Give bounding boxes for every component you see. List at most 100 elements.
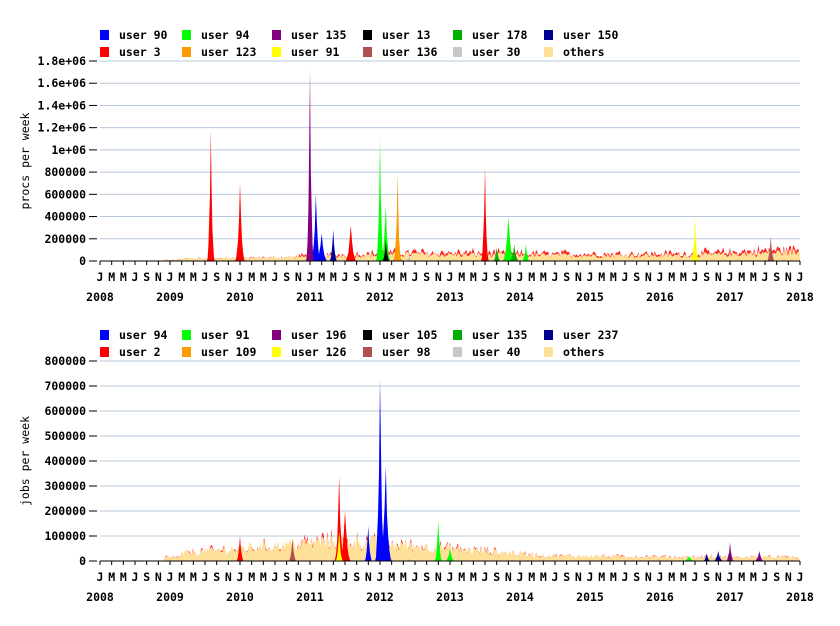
legend-swatch <box>182 47 191 57</box>
legend-label: user 135 <box>472 328 527 342</box>
x-month-label: N <box>295 270 302 284</box>
x-month-label: M <box>528 570 535 584</box>
x-month-label: M <box>738 270 745 284</box>
legend-swatch <box>272 330 281 340</box>
legend-swatch <box>544 347 553 357</box>
x-year-label: 2010 <box>226 290 254 304</box>
y-tick-label: 1.4e+06 <box>38 98 87 112</box>
x-month-label: J <box>237 270 244 284</box>
y-tick-label: 400000 <box>44 454 86 468</box>
x-month-label: J <box>272 570 279 584</box>
legend-swatch <box>272 347 281 357</box>
x-month-label: N <box>225 570 232 584</box>
y-tick-label: 0 <box>79 254 86 268</box>
x-month-label: M <box>540 570 547 584</box>
x-month-label: M <box>470 570 477 584</box>
legend-item: user 178 <box>453 28 527 42</box>
x-month-label: M <box>610 270 617 284</box>
legend-label: user 2 <box>119 345 161 359</box>
x-month-label: M <box>260 270 267 284</box>
legend-label: user 237 <box>563 328 618 342</box>
y-axis-label: procs per week <box>18 112 32 209</box>
x-month-label: S <box>353 570 360 584</box>
x-month-label: M <box>598 270 605 284</box>
x-month-label: M <box>470 270 477 284</box>
legend-swatch <box>182 330 191 340</box>
x-month-label: M <box>400 270 407 284</box>
x-month-label: N <box>645 270 652 284</box>
x-year-label: 2015 <box>576 590 604 604</box>
x-month-label: J <box>307 570 314 584</box>
legend-swatch <box>363 330 372 340</box>
x-month-label: J <box>552 570 559 584</box>
x-year-label: 2016 <box>646 290 674 304</box>
x-month-label: J <box>342 570 349 584</box>
legend-item: user 3 <box>100 45 161 59</box>
x-month-label: M <box>388 270 395 284</box>
x-month-label: N <box>365 570 372 584</box>
legend-swatch <box>544 30 553 40</box>
x-month-label: N <box>575 270 582 284</box>
x-month-label: J <box>132 270 139 284</box>
y-tick-label: 700000 <box>44 379 86 393</box>
legend-label: user 178 <box>472 28 527 42</box>
x-month-label: J <box>167 270 174 284</box>
x-month-label: S <box>703 570 710 584</box>
legend-label: user 30 <box>472 45 521 59</box>
x-year-label: 2012 <box>366 290 394 304</box>
x-year-label: 2013 <box>436 290 464 304</box>
y-tick-label: 1.8e+06 <box>38 54 87 68</box>
legend-item: others <box>544 345 605 359</box>
x-month-label: M <box>330 270 337 284</box>
legend-item: user 126 <box>272 345 346 359</box>
x-month-label: J <box>727 270 734 284</box>
x-month-label: M <box>318 570 325 584</box>
legend-swatch <box>363 30 372 40</box>
series-area-user-94 <box>376 137 384 261</box>
x-month-label: J <box>797 270 804 284</box>
x-month-label: N <box>435 570 442 584</box>
legend-item: user 13 <box>363 28 431 42</box>
x-year-label: 2016 <box>646 590 674 604</box>
x-month-label: M <box>528 270 535 284</box>
x-month-label: N <box>435 270 442 284</box>
x-year-label: 2008 <box>86 590 114 604</box>
legend-label: user 123 <box>201 45 256 59</box>
legend-swatch <box>363 47 372 57</box>
x-month-label: M <box>190 570 197 584</box>
y-tick-label: 800000 <box>44 354 86 368</box>
x-month-label: J <box>447 570 454 584</box>
x-month-label: N <box>505 270 512 284</box>
legend-swatch <box>453 47 462 57</box>
x-month-label: S <box>703 270 710 284</box>
legend-item: user 30 <box>453 45 521 59</box>
x-year-label: 2018 <box>786 290 814 304</box>
x-month-label: M <box>260 570 267 584</box>
legend-swatch <box>100 347 109 357</box>
legend-label: user 13 <box>382 28 431 42</box>
y-tick-label: 200000 <box>44 232 86 246</box>
y-tick-label: 600000 <box>44 404 86 418</box>
legend-label: others <box>563 345 605 359</box>
legend-swatch <box>100 47 109 57</box>
x-month-label: J <box>202 270 209 284</box>
x-month-label: S <box>283 570 290 584</box>
legend-swatch <box>100 30 109 40</box>
procs-chart: user 90 user 94 user 135 user 13 user 178 use… <box>18 28 814 304</box>
series-area-user-3 <box>344 225 357 261</box>
x-month-label: J <box>237 570 244 584</box>
legend-label: user 94 <box>201 28 250 42</box>
legend-swatch <box>453 30 462 40</box>
y-tick-label: 500000 <box>44 429 86 443</box>
x-month-label: S <box>563 570 570 584</box>
legend-swatch <box>272 47 281 57</box>
y-tick-label: 1e+06 <box>51 143 86 157</box>
x-month-label: J <box>202 570 209 584</box>
x-month-label: J <box>377 570 384 584</box>
x-month-label: J <box>657 570 664 584</box>
jobs-chart: user 94 user 91 user 196 user 105 user 135 us… <box>18 328 814 604</box>
x-year-label: 2013 <box>436 590 464 604</box>
x-month-label: J <box>482 270 489 284</box>
legend-item: user 237 <box>544 328 618 342</box>
x-month-label: M <box>738 570 745 584</box>
